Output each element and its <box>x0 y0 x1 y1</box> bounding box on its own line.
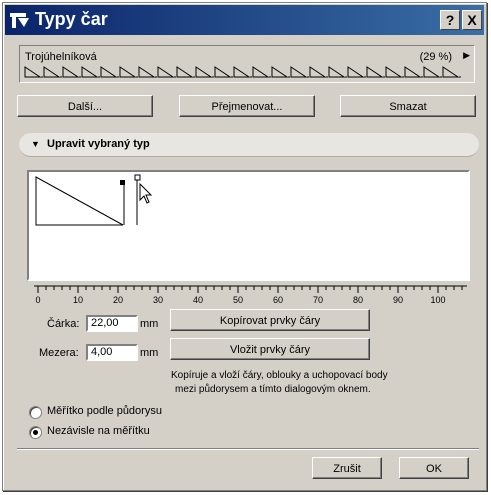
pattern-triangle <box>271 66 289 78</box>
ruler-label: 10 <box>73 295 83 305</box>
pattern-triangle <box>328 66 346 78</box>
pattern-triangle <box>290 66 308 78</box>
gap-label: Mezera: <box>39 347 79 359</box>
gap-unit: mm <box>140 347 159 359</box>
linetype-pattern-preview <box>24 66 461 78</box>
cursor-arrow-icon <box>139 182 153 204</box>
paste-line-elements-button[interactable]: Vložit prvky čáry <box>170 338 370 360</box>
disclosure-triangle-icon[interactable]: ▼ <box>31 139 40 149</box>
dash-length-field[interactable]: 22,00 <box>86 315 138 332</box>
ruler-label: 70 <box>313 295 323 305</box>
pattern-triangle <box>309 66 327 78</box>
ok-button[interactable]: OK <box>399 457 469 479</box>
ruler-label: 30 <box>153 295 163 305</box>
linetype-editor-canvas[interactable] <box>27 170 470 281</box>
title-bar[interactable]: Typy čar ? X <box>5 5 484 35</box>
pattern-triangle <box>195 66 213 78</box>
dash-end-handle[interactable] <box>120 180 125 185</box>
popup-arrow-icon[interactable]: ▶ <box>463 50 470 61</box>
radio-plan-scale-label[interactable]: Měřítko podle půdorysu <box>47 405 162 417</box>
pattern-triangle <box>176 66 194 78</box>
edit-section-header[interactable]: ▼ Upravit vybraný typ <box>19 133 479 157</box>
ruler-label: 40 <box>193 295 203 305</box>
delete-button[interactable]: Smazat <box>340 95 476 117</box>
line-types-dialog: Typy čar ? X Trojúhelníková (29 %) ▶ Dal… <box>2 2 487 491</box>
dash-label: Čárka: <box>47 318 80 330</box>
cancel-button[interactable]: Zrušit <box>312 457 382 479</box>
ruler-label: 100 <box>430 295 445 305</box>
pattern-triangle <box>138 66 156 78</box>
pattern-triangle <box>24 66 42 78</box>
next-button[interactable]: Další... <box>17 95 153 117</box>
ruler-label: 50 <box>233 295 243 305</box>
linetype-selector[interactable]: Trojúhelníková (29 %) ▶ <box>19 45 475 83</box>
pattern-triangle <box>43 66 61 78</box>
pattern-triangle <box>423 66 441 78</box>
rename-button[interactable]: Přejmenovat... <box>179 95 315 117</box>
copy-line-elements-button[interactable]: Kopírovat prvky čáry <box>170 309 370 331</box>
pattern-triangle <box>233 66 251 78</box>
section-title: Upravit vybraný typ <box>47 138 150 150</box>
pattern-triangle <box>214 66 232 78</box>
radio-selected-dot <box>33 430 38 435</box>
gap-end-handle[interactable] <box>134 174 141 181</box>
pattern-triangle <box>81 66 99 78</box>
copy-paste-hint: Kopíruje a vloží čáry, oblouky a uchopov… <box>171 369 431 397</box>
footer-divider <box>17 448 479 450</box>
pattern-triangle <box>119 66 137 78</box>
pattern-triangle <box>100 66 118 78</box>
linetype-name: Trojúhelníková <box>25 51 97 63</box>
triangle-element <box>35 176 124 226</box>
help-button[interactable]: ? <box>440 10 460 30</box>
ruler-label: 60 <box>273 295 283 305</box>
ruler-label: 80 <box>353 295 363 305</box>
ruler-label: 20 <box>113 295 123 305</box>
pattern-triangle <box>252 66 270 78</box>
close-button[interactable]: X <box>462 10 482 30</box>
radio-scale-independent[interactable] <box>29 426 42 439</box>
hint-line-2: mezi půdorysem a tímto dialogovým oknem. <box>175 384 371 395</box>
hint-line-1: Kopíruje a vloží čáry, oblouky a uchopov… <box>171 370 388 381</box>
ruler-label: 90 <box>393 295 403 305</box>
pattern-triangle <box>157 66 175 78</box>
pattern-triangle <box>404 66 422 78</box>
dash-unit: mm <box>140 318 159 330</box>
app-icon <box>10 13 29 28</box>
pattern-triangle <box>62 66 80 78</box>
pattern-triangle <box>385 66 403 78</box>
pattern-triangle <box>347 66 365 78</box>
window-title: Typy čar <box>35 9 108 29</box>
linetype-scale: (29 %) <box>419 51 452 63</box>
ruler-label: 0 <box>35 295 40 305</box>
pattern-triangle <box>442 66 460 78</box>
radio-scale-independent-label[interactable]: Nezávisle na měřítku <box>47 425 150 437</box>
mm-ruler: 0 10 20 30 40 50 60 70 80 90 100 <box>34 285 467 305</box>
radio-plan-scale[interactable] <box>29 406 42 419</box>
gap-length-field[interactable]: 4,00 <box>86 344 138 361</box>
pattern-triangle <box>366 66 384 78</box>
